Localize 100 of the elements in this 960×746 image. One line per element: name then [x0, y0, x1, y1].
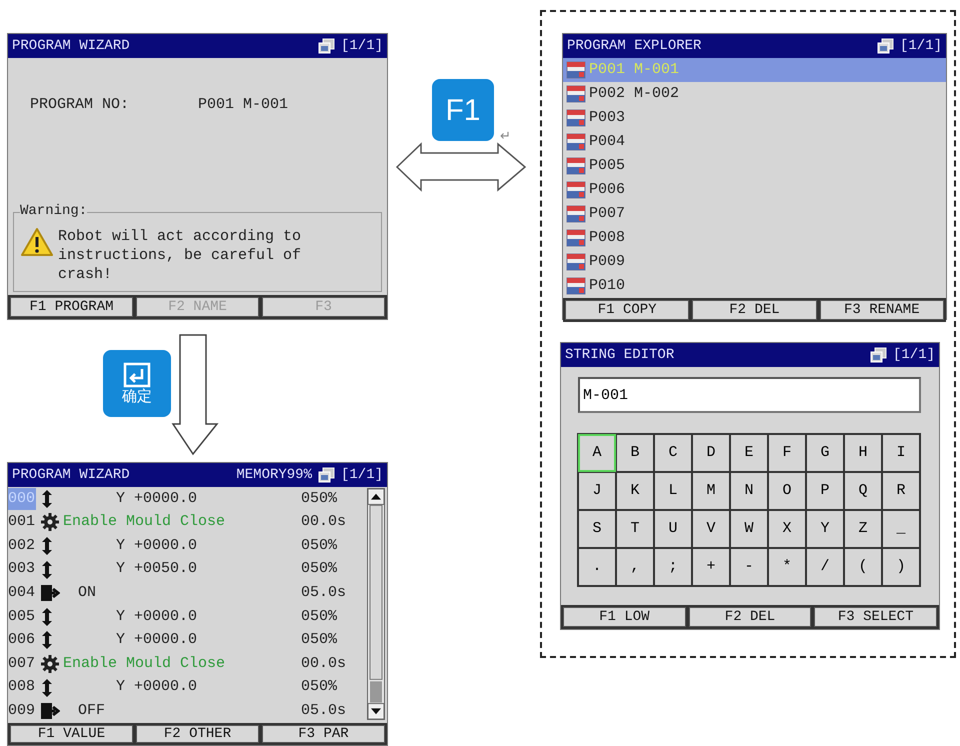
- windows-icon: [870, 347, 887, 363]
- step-text: OFF: [77, 700, 106, 721]
- file-icon: [566, 61, 586, 79]
- step-text: Y +0000.0: [115, 677, 198, 698]
- keyboard-key[interactable]: Y: [806, 510, 844, 548]
- keyboard-key[interactable]: +: [692, 548, 730, 586]
- keyboard-key[interactable]: C: [654, 434, 692, 472]
- step-value: 05.0s: [301, 700, 348, 721]
- keyboard-key[interactable]: P: [806, 472, 844, 510]
- keyboard-key[interactable]: B: [616, 434, 654, 472]
- function-key[interactable]: F1 VALUE: [10, 725, 133, 743]
- program-item[interactable]: P003: [563, 106, 946, 130]
- program-item[interactable]: P007: [563, 202, 946, 226]
- keyboard-key[interactable]: (: [844, 548, 882, 586]
- keyboard-key[interactable]: -: [730, 548, 768, 586]
- function-key[interactable]: F1 LOW: [563, 607, 686, 627]
- keyboard-key[interactable]: L: [654, 472, 692, 510]
- warning-icon: [20, 227, 54, 257]
- program-item[interactable]: P008: [563, 226, 946, 250]
- line-number[interactable]: 001: [8, 511, 36, 534]
- program-item[interactable]: P010: [563, 274, 946, 298]
- line-number[interactable]: 005: [8, 606, 36, 628]
- keyboard-key[interactable]: G: [806, 434, 844, 472]
- keyboard-key[interactable]: O: [768, 472, 806, 510]
- field-label: PROGRAM NO:: [30, 95, 130, 115]
- keyboard-key[interactable]: F: [768, 434, 806, 472]
- keyboard-key[interactable]: T: [616, 510, 654, 548]
- step-text: Y +0050.0: [115, 559, 198, 580]
- keyboard-key[interactable]: /: [806, 548, 844, 586]
- keyboard-key[interactable]: _: [882, 510, 920, 548]
- keyboard-key[interactable]: S: [578, 510, 616, 548]
- line-number[interactable]: 002: [8, 534, 36, 558]
- keyboard-key[interactable]: W: [730, 510, 768, 548]
- program-name: P005: [589, 156, 626, 176]
- windows-icon: [876, 38, 894, 54]
- program-item[interactable]: P002 M-002: [563, 82, 946, 106]
- keyboard-key[interactable]: N: [730, 472, 768, 510]
- function-key[interactable]: F1 PROGRAM: [10, 297, 133, 317]
- keyboard-key[interactable]: ): [882, 548, 920, 586]
- program-item[interactable]: P006: [563, 178, 946, 202]
- program-item[interactable]: P005: [563, 154, 946, 178]
- step-value: 050%: [301, 536, 338, 556]
- program-name: P003: [589, 108, 626, 128]
- keyboard-key[interactable]: U: [654, 510, 692, 548]
- line-number[interactable]: 006: [8, 629, 36, 652]
- up-down-arrow-icon: [40, 536, 54, 556]
- line-number[interactable]: 003: [8, 558, 36, 581]
- file-icon: [566, 133, 586, 151]
- step-text: ON: [77, 582, 98, 603]
- page-indicator: [1/1]: [340, 466, 383, 484]
- keyboard-key[interactable]: X: [768, 510, 806, 548]
- up-down-arrow-icon: [40, 606, 54, 627]
- keyboard-key[interactable]: E: [730, 434, 768, 472]
- keyboard-key[interactable]: Z: [844, 510, 882, 548]
- page-indicator: [1/1]: [900, 36, 942, 56]
- program-item[interactable]: P009: [563, 250, 946, 274]
- step-text: Y +0000.0: [115, 606, 198, 627]
- function-key[interactable]: F2 DEL: [692, 300, 817, 320]
- function-key[interactable]: F2 DEL: [688, 607, 812, 627]
- line-number[interactable]: 008: [8, 676, 36, 699]
- keyboard-key[interactable]: *: [768, 548, 806, 586]
- page-indicator: [1/1]: [340, 36, 383, 56]
- line-number[interactable]: 007: [8, 652, 36, 676]
- step-value: 050%: [301, 559, 338, 580]
- function-key[interactable]: F3 SELECT: [814, 607, 938, 627]
- function-key[interactable]: F3 RENAME: [820, 300, 944, 320]
- step-value: 00.0s: [301, 654, 348, 674]
- keyboard-key[interactable]: V: [692, 510, 730, 548]
- step-value: 050%: [301, 677, 338, 698]
- keyboard-key[interactable]: I: [882, 434, 920, 472]
- function-key[interactable]: F3 PAR: [262, 725, 385, 743]
- keyboard-key[interactable]: M: [692, 472, 730, 510]
- step-text: Enable Mould Close: [62, 654, 226, 674]
- keyboard-key[interactable]: ;: [654, 548, 692, 586]
- return-icon: [123, 362, 151, 388]
- program-item[interactable]: P004: [563, 130, 946, 154]
- windows-icon: [318, 38, 335, 54]
- keyboard-key[interactable]: J: [578, 472, 616, 510]
- text-input-field[interactable]: M-001: [578, 377, 921, 413]
- keyboard-key[interactable]: ,: [616, 548, 654, 586]
- field-value: P001 M-001: [198, 95, 288, 115]
- keyboard-key[interactable]: R: [882, 472, 920, 510]
- keyboard-key[interactable]: Q: [844, 472, 882, 510]
- keyboard-key[interactable]: H: [844, 434, 882, 472]
- return-mark: ↵: [500, 130, 511, 143]
- page-indicator: [1/1]: [892, 346, 935, 364]
- file-icon: [566, 157, 586, 175]
- function-key[interactable]: F1 COPY: [565, 300, 690, 320]
- line-number[interactable]: 009: [8, 700, 36, 722]
- keyboard-key[interactable]: A: [578, 434, 616, 472]
- line-number[interactable]: 004: [8, 582, 36, 604]
- keyboard-key[interactable]: .: [578, 548, 616, 586]
- window-title: STRING EDITOR: [565, 346, 676, 364]
- function-key[interactable]: F2 OTHER: [136, 725, 259, 743]
- keyboard-key[interactable]: D: [692, 434, 730, 472]
- program-name: P002 M-002: [589, 84, 680, 104]
- file-icon: [566, 181, 586, 199]
- keyboard-key[interactable]: K: [616, 472, 654, 510]
- program-name: P009: [589, 252, 626, 272]
- up-down-arrow-icon: [40, 560, 54, 580]
